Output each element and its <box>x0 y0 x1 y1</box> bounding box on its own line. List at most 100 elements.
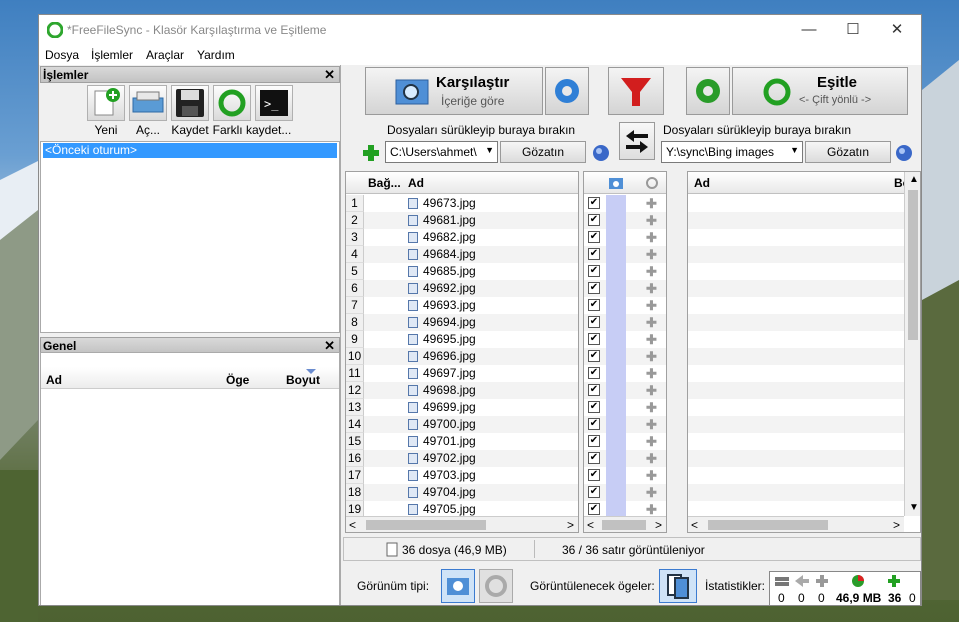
scroll-up-icon[interactable]: ▲ <box>909 174 919 185</box>
right-hscroll-thumb[interactable] <box>708 520 828 530</box>
left-col-rel[interactable]: Bağ... <box>368 176 401 190</box>
right-col-name[interactable]: Ad <box>694 176 710 190</box>
menu-yardim[interactable]: Yardım <box>197 48 235 62</box>
table-row[interactable] <box>688 246 920 263</box>
create-right-icon[interactable]: ✚ <box>646 485 657 501</box>
right-path-input[interactable]: Y:\sync\Bing images ▼ <box>661 141 803 163</box>
table-row[interactable]: ✔ ✚ <box>584 297 666 314</box>
sync-col-icon[interactable] <box>644 175 660 191</box>
row-checkbox[interactable]: ✔ <box>588 452 600 464</box>
menu-islemler[interactable]: İşlemler <box>91 48 133 62</box>
table-row[interactable]: 18 49704.jpg <box>346 484 578 501</box>
left-browse-button[interactable]: Gözatın <box>500 141 586 163</box>
right-cloud-icon[interactable] <box>895 144 913 162</box>
row-checkbox[interactable]: ✔ <box>588 197 600 209</box>
create-right-icon[interactable]: ✚ <box>646 383 657 399</box>
create-right-icon[interactable]: ✚ <box>646 264 657 280</box>
table-row[interactable]: ✔ ✚ <box>584 382 666 399</box>
table-row[interactable] <box>688 450 920 467</box>
table-row[interactable]: 11 49697.jpg <box>346 365 578 382</box>
row-checkbox[interactable]: ✔ <box>588 384 600 396</box>
table-row[interactable] <box>688 314 920 331</box>
create-right-icon[interactable]: ✚ <box>646 230 657 246</box>
create-right-icon[interactable]: ✚ <box>646 400 657 416</box>
table-row[interactable] <box>688 416 920 433</box>
save-as-button[interactable] <box>213 85 251 121</box>
table-row[interactable]: 8 49694.jpg <box>346 314 578 331</box>
table-row[interactable]: 2 49681.jpg <box>346 212 578 229</box>
scroll-down-icon[interactable]: ▼ <box>909 502 919 513</box>
create-right-icon[interactable]: ✚ <box>646 332 657 348</box>
table-row[interactable] <box>688 280 920 297</box>
compare-col-icon[interactable] <box>608 175 624 191</box>
table-row[interactable]: ✔ ✚ <box>584 246 666 263</box>
row-checkbox[interactable]: ✔ <box>588 486 600 498</box>
create-right-icon[interactable]: ✚ <box>646 366 657 382</box>
chevron-down-icon[interactable]: ▼ <box>790 145 799 155</box>
general-col-name[interactable]: Ad <box>46 373 62 387</box>
table-row[interactable] <box>688 399 920 416</box>
table-row[interactable]: ✔ ✚ <box>584 365 666 382</box>
menu-dosya[interactable]: Dosya <box>45 48 79 62</box>
table-row[interactable]: ✔ ✚ <box>584 416 666 433</box>
row-checkbox[interactable]: ✔ <box>588 469 600 481</box>
table-row[interactable]: ✔ ✚ <box>584 331 666 348</box>
general-col-items[interactable]: Öge <box>226 373 249 387</box>
right-browse-button[interactable]: Gözatın <box>805 141 891 163</box>
row-checkbox[interactable]: ✔ <box>588 231 600 243</box>
table-row[interactable] <box>688 467 920 484</box>
swap-sides-button[interactable] <box>619 122 655 160</box>
row-checkbox[interactable]: ✔ <box>588 367 600 379</box>
table-row[interactable]: 1 49673.jpg <box>346 195 578 212</box>
table-row[interactable] <box>688 348 920 365</box>
table-row[interactable]: 12 49698.jpg <box>346 382 578 399</box>
table-row[interactable]: ✔ ✚ <box>584 484 666 501</box>
table-row[interactable]: ✔ ✚ <box>584 433 666 450</box>
table-row[interactable]: 6 49692.jpg <box>346 280 578 297</box>
create-right-icon[interactable]: ✚ <box>646 315 657 331</box>
table-row[interactable] <box>688 297 920 314</box>
row-checkbox[interactable]: ✔ <box>588 333 600 345</box>
compare-settings-button[interactable] <box>545 67 589 115</box>
table-row[interactable]: ✔ ✚ <box>584 348 666 365</box>
scroll-left-icon[interactable]: < <box>691 518 698 532</box>
scroll-left-icon[interactable]: < <box>349 518 356 532</box>
scroll-right-icon[interactable]: > <box>893 518 900 532</box>
save-button[interactable] <box>171 85 209 121</box>
table-row[interactable]: 9 49695.jpg <box>346 331 578 348</box>
table-row[interactable] <box>688 212 920 229</box>
right-vscroll-thumb[interactable] <box>908 190 918 340</box>
row-checkbox[interactable]: ✔ <box>588 214 600 226</box>
minimize-button[interactable]: — <box>787 19 831 43</box>
maximize-button[interactable]: ☐ <box>831 19 875 43</box>
chevron-down-icon[interactable]: ▼ <box>485 145 494 155</box>
table-row[interactable]: ✔ ✚ <box>584 229 666 246</box>
left-col-name[interactable]: Ad <box>408 176 424 190</box>
create-right-icon[interactable]: ✚ <box>646 213 657 229</box>
row-checkbox[interactable]: ✔ <box>588 282 600 294</box>
table-row[interactable]: 14 49700.jpg <box>346 416 578 433</box>
table-row[interactable]: ✔ ✚ <box>584 263 666 280</box>
view-compare-button[interactable] <box>441 569 475 603</box>
table-row[interactable]: 7 49693.jpg <box>346 297 578 314</box>
left-path-input[interactable]: C:\Users\ahmet\ ▼ <box>385 141 498 163</box>
table-row[interactable] <box>688 382 920 399</box>
table-row[interactable]: 5 49685.jpg <box>346 263 578 280</box>
middle-hscroll[interactable]: < > <box>584 516 666 532</box>
scroll-right-icon[interactable]: > <box>567 518 574 532</box>
row-checkbox[interactable]: ✔ <box>588 299 600 311</box>
row-checkbox[interactable]: ✔ <box>588 435 600 447</box>
table-row[interactable] <box>688 331 920 348</box>
create-right-icon[interactable]: ✚ <box>646 349 657 365</box>
table-row[interactable]: 17 49703.jpg <box>346 467 578 484</box>
row-checkbox[interactable]: ✔ <box>588 503 600 515</box>
table-row[interactable]: 15 49701.jpg <box>346 433 578 450</box>
row-checkbox[interactable]: ✔ <box>588 418 600 430</box>
left-hscroll-thumb[interactable] <box>366 520 486 530</box>
open-button[interactable] <box>129 85 167 121</box>
create-right-icon[interactable]: ✚ <box>646 451 657 467</box>
create-right-icon[interactable]: ✚ <box>646 247 657 263</box>
right-vscroll[interactable]: ▲ ▼ <box>904 172 920 516</box>
table-row[interactable] <box>688 433 920 450</box>
menu-araclar[interactable]: Araçlar <box>146 48 184 62</box>
